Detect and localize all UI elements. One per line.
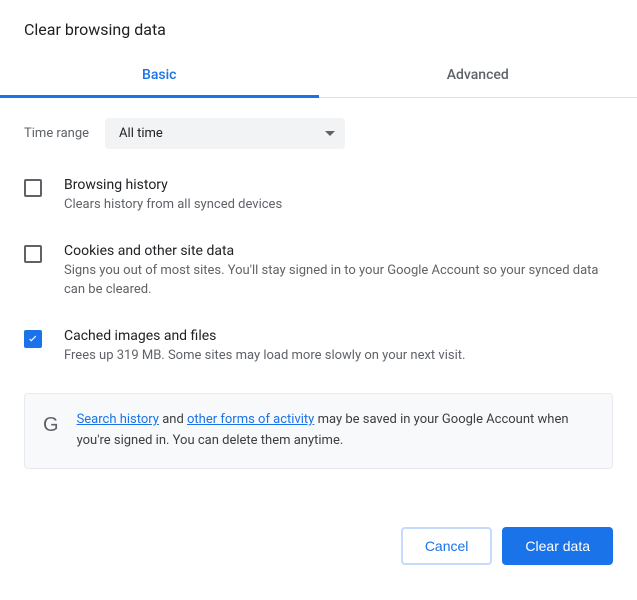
tab-advanced[interactable]: Advanced	[319, 55, 637, 97]
dialog-title: Clear browsing data	[0, 0, 637, 55]
clear-browsing-data-dialog: Clear browsing data Basic Advanced Time …	[0, 0, 637, 583]
option-browsing-history: Browsing history Clears history from all…	[24, 177, 613, 215]
option-text: Cookies and other site data Signs you ou…	[64, 243, 613, 300]
tab-basic[interactable]: Basic	[0, 55, 319, 97]
option-cookies: Cookies and other site data Signs you ou…	[24, 243, 613, 300]
option-title: Cookies and other site data	[64, 243, 613, 259]
option-text: Browsing history Clears history from all…	[64, 177, 613, 215]
tabs: Basic Advanced	[0, 55, 637, 98]
search-history-link[interactable]: Search history	[77, 412, 159, 427]
option-cache: Cached images and files Frees up 319 MB.…	[24, 328, 613, 366]
checkbox-browsing-history[interactable]	[24, 179, 42, 197]
info-text: Search history and other forms of activi…	[77, 410, 594, 452]
info-box: G Search history and other forms of acti…	[24, 393, 613, 469]
chevron-down-icon	[325, 131, 335, 136]
time-range-value: All time	[119, 126, 163, 141]
google-logo-icon: G	[43, 414, 59, 437]
cancel-button[interactable]: Cancel	[401, 527, 493, 565]
check-icon	[26, 332, 40, 346]
other-activity-link[interactable]: other forms of activity	[187, 412, 314, 427]
checkbox-cache[interactable]	[24, 330, 42, 348]
option-title: Browsing history	[64, 177, 613, 193]
dialog-actions: Cancel Clear data	[0, 509, 637, 583]
dialog-content: Time range All time Browsing history Cle…	[0, 98, 637, 489]
option-text: Cached images and files Frees up 319 MB.…	[64, 328, 613, 366]
time-range-select[interactable]: All time	[105, 118, 345, 149]
clear-data-button[interactable]: Clear data	[502, 527, 613, 565]
option-title: Cached images and files	[64, 328, 613, 344]
option-desc: Frees up 319 MB. Some sites may load mor…	[64, 346, 613, 366]
option-desc: Signs you out of most sites. You'll stay…	[64, 261, 613, 300]
time-range-row: Time range All time	[24, 118, 613, 149]
option-desc: Clears history from all synced devices	[64, 195, 613, 215]
time-range-label: Time range	[24, 126, 89, 141]
checkbox-cookies[interactable]	[24, 245, 42, 263]
